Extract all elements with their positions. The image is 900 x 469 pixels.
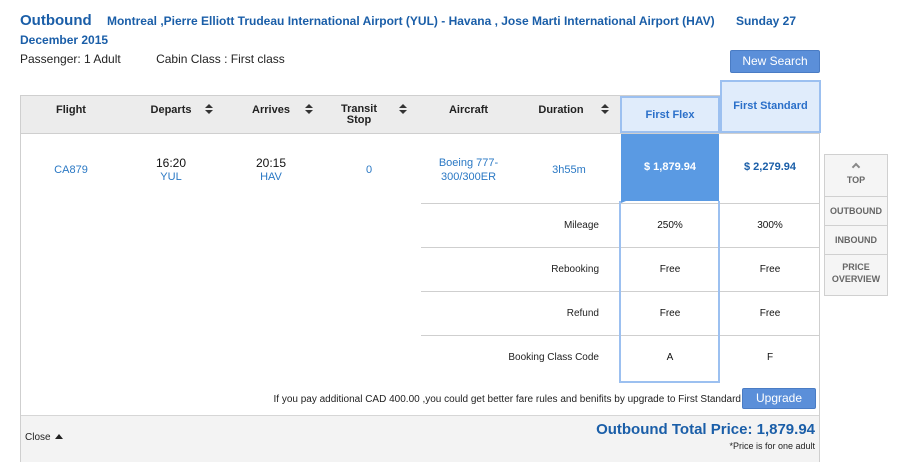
fare-rule-first-standard: 300% — [757, 220, 783, 231]
sort-icon[interactable] — [205, 104, 213, 115]
direction-label: Outbound — [20, 12, 92, 29]
col-header-duration[interactable]: Duration — [526, 96, 609, 134]
results-footer: Close Outbound Total Price: 1,879.94 *Pr… — [21, 415, 819, 462]
aircraft-type[interactable]: Boeing 777-300/300ER — [426, 156, 511, 184]
price-first-standard[interactable]: $ 2,279.94 — [721, 134, 819, 201]
col-header-departs[interactable]: Departs — [131, 96, 213, 134]
nav-outbound[interactable]: OUTBOUND — [825, 197, 887, 226]
col-flight-label: Flight — [56, 104, 86, 116]
cabin-class-info: Cabin Class : First class — [156, 52, 285, 66]
fare-rule-first-standard: Free — [759, 264, 781, 275]
col-transit-label: Transit Stop — [340, 103, 378, 126]
fare-rule-first-standard: F — [766, 352, 774, 363]
nav-top-label: TOP — [846, 175, 866, 185]
flight-results-panel: Flight Departs Arrives Transit Stop Airc… — [20, 80, 821, 462]
price-first-flex[interactable]: $ 1,879.94 — [621, 134, 719, 201]
fare-rule-first-flex: A — [666, 352, 674, 363]
fare-rule-first-flex: Free — [659, 308, 681, 319]
fare-rule-first-flex: 250% — [657, 220, 683, 231]
fare-rules-table: Mileage 250% 300% Rebooking Free Free Re… — [421, 203, 819, 379]
price-note: *Price is for one adult — [729, 441, 815, 451]
route-label: Montreal ,Pierre Elliott Trudeau Interna… — [106, 14, 715, 28]
fare-rule-row: Mileage 250% 300% — [421, 203, 819, 247]
departure-time: 16:20 — [155, 156, 187, 170]
arrival-airport-code[interactable]: HAV — [231, 171, 311, 183]
fare-rule-first-standard: Free — [759, 308, 781, 319]
flight-number[interactable]: CA879 — [31, 164, 111, 176]
col-header-flight: Flight — [31, 96, 111, 134]
fare-rule-label: Rebooking — [551, 264, 599, 275]
upgrade-message: If you pay additional CAD 400.00 ,you co… — [273, 394, 741, 405]
close-button[interactable]: Close — [25, 432, 63, 443]
close-label: Close — [25, 432, 51, 443]
fare-rule-row: Rebooking Free Free — [421, 247, 819, 291]
col-arrives-label: Arrives — [252, 104, 290, 116]
outbound-total-price: Outbound Total Price: 1,879.94 — [596, 421, 815, 438]
col-header-transit[interactable]: Transit Stop — [329, 96, 407, 134]
flight-duration[interactable]: 3h55m — [529, 164, 609, 176]
trip-info: Passenger: 1 Adult Cabin Class : First c… — [20, 52, 285, 66]
page-title: Outbound Montreal ,Pierre Elliott Trudea… — [20, 11, 840, 50]
nav-price-overview[interactable]: PRICE OVERVIEW — [825, 255, 887, 295]
sort-icon[interactable] — [399, 104, 407, 115]
chevron-up-icon — [851, 162, 861, 172]
col-header-arrives[interactable]: Arrives — [231, 96, 313, 134]
fare-rule-first-flex: Free — [659, 264, 681, 275]
fare-rule-label: Mileage — [563, 220, 599, 231]
sort-icon[interactable] — [305, 104, 313, 115]
transit-stops[interactable]: 0 — [329, 164, 409, 176]
departure-cell: 16:20 YUL — [131, 156, 211, 183]
fare-header-first-flex[interactable]: First Flex — [620, 96, 720, 133]
fare-rule-row: Booking Class Code A F — [421, 335, 819, 379]
col-aircraft-label: Aircraft — [448, 104, 489, 116]
fare-header-first-standard[interactable]: First Standard — [720, 80, 821, 133]
nav-inbound[interactable]: INBOUND — [825, 226, 887, 255]
passenger-info: Passenger: 1 Adult — [20, 52, 121, 66]
fare-rule-label: Booking Class Code — [508, 352, 599, 363]
fare-rule-row: Refund Free Free — [421, 291, 819, 335]
caret-up-icon — [54, 434, 63, 439]
nav-top[interactable]: TOP — [825, 155, 887, 197]
new-search-button[interactable]: New Search — [730, 50, 820, 73]
sort-icon[interactable] — [601, 104, 609, 115]
col-header-aircraft: Aircraft — [426, 96, 511, 134]
side-navigation: TOP OUTBOUND INBOUND PRICE OVERVIEW — [824, 154, 888, 296]
upgrade-button[interactable]: Upgrade — [742, 388, 816, 409]
arrival-time: 20:15 — [255, 156, 287, 170]
arrival-cell: 20:15 HAV — [231, 156, 311, 183]
col-departs-label: Departs — [150, 104, 192, 116]
selected-fare-pointer — [621, 199, 631, 203]
col-duration-label: Duration — [538, 104, 584, 116]
departure-airport-code[interactable]: YUL — [131, 171, 211, 183]
fare-rule-label: Refund — [566, 308, 599, 319]
